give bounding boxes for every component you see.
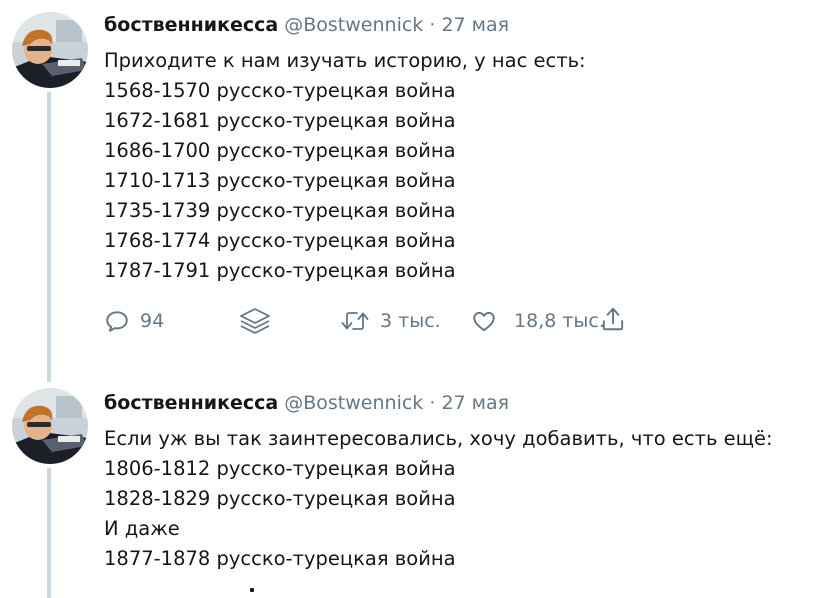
tweet-text: Если уж вы так заинтересовались, хочу до… [104,424,811,574]
separator-dot: · [429,14,436,36]
tweet-line: 1568-1570 русско-турецкая война [104,79,456,102]
avatar-image [12,388,88,464]
layers-button[interactable] [238,306,272,336]
tweet-date[interactable]: 27 мая [441,392,509,414]
layers-icon [240,308,270,334]
retweet-icon [341,312,369,330]
tweet-line: 1787-1791 русско-турецкая война [104,259,456,282]
heart-icon [473,311,495,332]
reply-count: 94 [140,310,165,332]
reply-button[interactable]: 94 [104,306,164,336]
tweet-line: Приходите к нам изучать историю, у нас е… [104,49,586,72]
cropped-fragment [250,588,254,592]
tweet-header: боственникесса @Bostwennick · 27 мая [104,388,811,418]
tweet-line: И даже [104,517,180,540]
tweet-content: боственникесса @Bostwennick · 27 мая Есл… [104,388,811,574]
tweet-content: боственникесса @Bostwennick · 27 мая При… [104,10,811,286]
tweet-line: 1806-1812 русско-турецкая война [104,457,456,480]
tweet-line: 1828-1829 русско-турецкая война [104,487,456,510]
avatar-image [12,12,88,88]
tweet-line: 1672-1681 русско-турецкая война [104,109,456,132]
tweet-1[interactable]: боственникесса @Bostwennick · 27 мая При… [0,0,821,382]
user-handle[interactable]: @Bostwennick [284,14,423,36]
tweet-line: 1735-1739 русско-турецкая война [104,199,456,222]
tweet-text: Приходите к нам изучать историю, у нас е… [104,46,811,286]
display-name[interactable]: боственникесса [104,392,278,414]
reply-icon [106,311,128,332]
thread-line [47,468,51,598]
avatar[interactable] [12,12,88,88]
tweet-header: боственникесса @Bostwennick · 27 мая [104,10,811,40]
tweet-line: Если уж вы так заинтересовались, хочу до… [104,427,773,450]
thread-line [47,92,51,382]
tweet-line: 1686-1700 русско-турецкая война [104,139,456,162]
tweet-2[interactable]: боственникесса @Bostwennick · 27 мая Есл… [0,378,821,598]
share-button[interactable] [600,304,626,334]
tweet-actions: 94 3 тыс. 18,8 тыс. [104,306,644,336]
tweet-line: 1710-1713 русско-турецкая война [104,169,456,192]
tweet-line: 1877-1878 русско-турецкая война [104,547,456,570]
retweet-button[interactable]: 3 тыс. [340,306,441,336]
tweet-date[interactable]: 27 мая [441,14,509,36]
share-icon [602,307,624,331]
like-button[interactable]: 18,8 тыс. [470,306,605,336]
user-handle[interactable]: @Bostwennick [284,392,423,414]
separator-dot: · [429,392,436,414]
avatar[interactable] [12,388,88,464]
retweet-count: 3 тыс. [380,310,441,332]
like-count: 18,8 тыс. [514,310,605,332]
tweet-line: 1768-1774 русско-турецкая война [104,229,456,252]
display-name[interactable]: боственникесса [104,14,278,36]
